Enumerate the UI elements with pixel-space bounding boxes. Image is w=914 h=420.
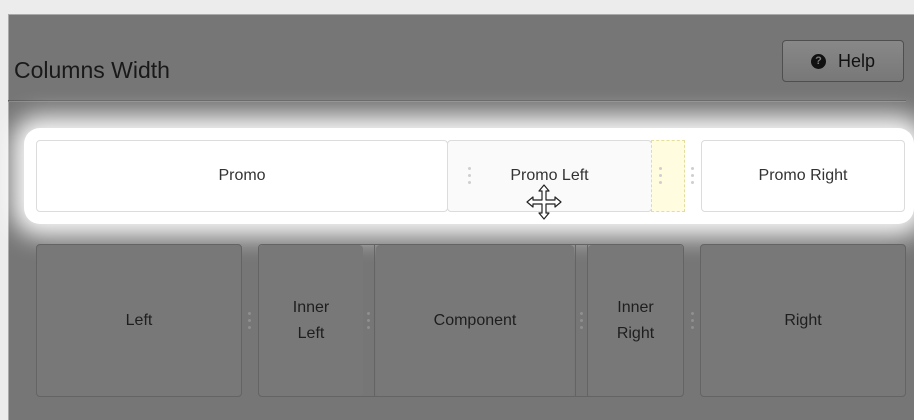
help-button[interactable]: ? Help [782,40,904,82]
column-promo[interactable]: Promo [36,140,448,212]
column-inner-left[interactable]: Inner Left [259,245,363,396]
resize-handle-icon[interactable] [465,160,473,190]
column-left[interactable]: Left [36,244,242,397]
resize-handle-icon[interactable] [577,305,585,335]
column-label: Right [784,311,822,329]
resize-handle-icon[interactable] [364,305,372,335]
column-inner-right[interactable]: Inner Right [588,245,683,396]
column-right[interactable]: Right [700,244,906,397]
resize-handle-icon[interactable] [656,160,664,190]
column-label-line1: Inner [617,298,654,316]
column-component[interactable]: Component [376,245,574,396]
column-label-line1: Inner [292,298,330,316]
column-separator [575,245,576,396]
column-label: Left [125,311,153,329]
column-label: Promo [218,167,266,184]
help-button-label: Help [837,50,876,71]
column-promo-right[interactable]: Promo Right [701,140,905,212]
panel-title: Columns Width [14,57,170,83]
resize-handle-icon[interactable] [688,305,696,335]
move-cursor-icon [526,184,562,220]
column-label-line2: Left [297,324,325,342]
column-label: Component [433,311,517,329]
question-circle-icon: ? [810,53,826,69]
column-label: Promo Left [510,167,589,184]
column-separator [374,245,375,396]
resize-handle-icon[interactable] [688,160,696,190]
resize-handle-icon[interactable] [245,305,253,335]
column-label: Promo Right [758,167,848,184]
header-divider [8,100,906,102]
column-label-line2: Right [616,324,655,342]
